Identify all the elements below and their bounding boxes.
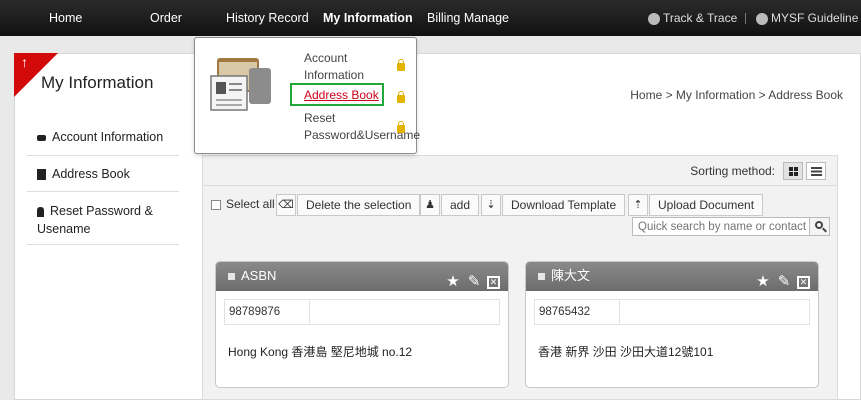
add-button[interactable]: add (441, 194, 480, 216)
close-icon[interactable]: ✕ (797, 276, 810, 289)
upload-icon[interactable]: ⇡ (628, 194, 648, 216)
sidebar-item-reset-password[interactable]: Reset Password & Usename (27, 192, 179, 245)
page-title: My Information (41, 73, 154, 92)
grid-icon (789, 167, 798, 176)
address-card[interactable]: ASBN ★ ✎ ✕ 98789876 Hong Kong 香港島 堅尼地城 no.… (215, 261, 509, 388)
edit-icon[interactable]: ✎ (466, 268, 482, 295)
star-icon[interactable]: ★ (755, 268, 771, 295)
trash-icon[interactable]: ⌫ (276, 194, 296, 216)
download-icon[interactable]: ⇣ (481, 194, 501, 216)
star-icon[interactable]: ★ (445, 268, 461, 295)
close-icon[interactable]: ✕ (487, 276, 500, 289)
my-information-dropdown: Account Information Address Book Reset P… (194, 37, 420, 154)
card-checkbox[interactable] (538, 273, 545, 281)
guide-icon (756, 12, 768, 25)
track-trace-link[interactable]: Track & Trace (648, 0, 737, 36)
list-view-button[interactable] (806, 162, 826, 180)
sidebar: Account Information Address Book Reset P… (27, 120, 179, 245)
lock-icon (397, 59, 405, 71)
nav-home[interactable]: Home (49, 0, 82, 36)
card-phone: 98765432 (534, 299, 810, 325)
card-header: 陳大文 ★ ✎ ✕ (526, 262, 818, 291)
sidebar-item-label: Reset Password & Usename (37, 204, 153, 236)
sidebar-item-label: Address Book (52, 167, 130, 181)
grid-view-button[interactable] (783, 162, 803, 180)
card-address: Hong Kong 香港島 堅尼地城 no.12 (228, 345, 413, 359)
dropdown-item-account-information[interactable]: Account Information (304, 50, 364, 84)
card-header: ASBN ★ ✎ ✕ (216, 262, 508, 291)
address-book-icon (37, 169, 46, 181)
account-icon (37, 134, 46, 141)
card-name: ASBN (241, 268, 277, 283)
delete-selection-button[interactable]: Delete the selection (297, 194, 421, 216)
card-address: 香港 新界 沙田 沙田大道12號101 (538, 345, 714, 359)
sidebar-item-label: Account Information (52, 130, 164, 144)
address-card[interactable]: 陳大文 ★ ✎ ✕ 98765432 香港 新界 沙田 沙田大道12號101 (525, 261, 819, 388)
edit-icon[interactable]: ✎ (776, 268, 792, 295)
card-phone-value: 98765432 (539, 306, 591, 318)
arrow-up-icon: ↑ (21, 54, 28, 70)
track-trace-label: Track & Trace (663, 11, 738, 25)
add-user-icon[interactable]: ♟ (420, 194, 440, 216)
card-phone-value: 98789876 (229, 306, 281, 318)
card-name: 陳大文 (551, 268, 591, 283)
nav-order[interactable]: Order (150, 0, 182, 36)
sort-bar: Sorting method: (203, 156, 837, 186)
sorting-method-label: Sorting method: (690, 164, 775, 178)
download-template-button[interactable]: Download Template (502, 194, 626, 216)
selection-highlight (290, 83, 384, 106)
lock-icon (397, 121, 405, 133)
nav-billing-manage[interactable]: Billing Manage (427, 0, 509, 36)
divider (745, 13, 746, 24)
select-all-label: Select all (226, 197, 275, 211)
list-icon (811, 167, 822, 176)
globe-icon (648, 12, 660, 25)
key-icon (37, 206, 44, 217)
select-all-checkbox[interactable] (211, 199, 221, 210)
nav-my-information[interactable]: My Information (323, 0, 413, 36)
search-button[interactable] (809, 217, 830, 236)
mysf-guideline-label: MYSF Guideline (771, 11, 859, 25)
upload-document-button[interactable]: Upload Document (649, 194, 764, 216)
select-all-control[interactable]: Select all (211, 197, 275, 211)
address-book-illustration-icon (210, 58, 271, 111)
card-checkbox[interactable] (228, 273, 235, 281)
lock-icon (397, 91, 405, 103)
top-navigation-bar: Home Order History Record My Information… (0, 0, 861, 36)
quick-search-input[interactable] (632, 217, 830, 236)
sidebar-item-account-information[interactable]: Account Information (27, 120, 179, 156)
sidebar-item-address-book[interactable]: Address Book (27, 156, 179, 192)
breadcrumb: Home > My Information > Address Book (630, 88, 843, 102)
nav-history-record[interactable]: History Record (226, 0, 309, 36)
card-phone: 98789876 (224, 299, 500, 325)
mysf-guideline-link[interactable]: MYSF Guideline (756, 0, 858, 36)
